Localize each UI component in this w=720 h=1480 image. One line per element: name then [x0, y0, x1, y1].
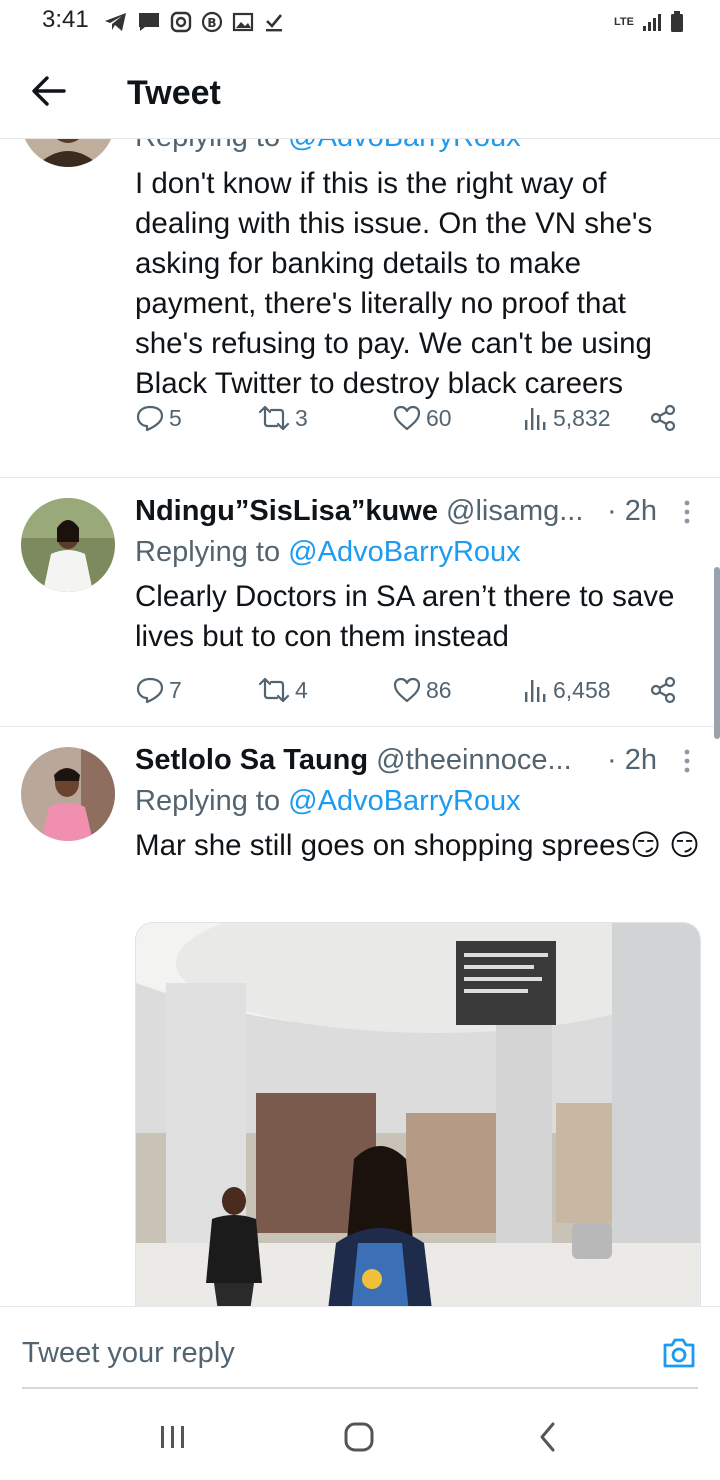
message-icon: [139, 13, 159, 31]
tweet-text: I don't know if this is the right way of…: [135, 167, 653, 400]
replying-to: Replying to @AdvoBarryRoux: [135, 139, 700, 157]
tweet-text: Mar she still goes on shopping sprees😏 😏: [135, 829, 700, 862]
like-icon: [393, 405, 421, 431]
status-time: 3:41: [42, 6, 89, 33]
page-title: Tweet: [127, 74, 221, 112]
home-icon[interactable]: [343, 1420, 377, 1454]
system-status: LTE: [614, 8, 684, 36]
notification-icons: B: [104, 8, 285, 36]
replying-to: Replying to @AdvoBarryRoux: [135, 781, 700, 821]
avatar[interactable]: [21, 498, 115, 592]
views-icon: [525, 408, 546, 430]
share-icon: [650, 404, 676, 432]
system-navigation-bar: [0, 1392, 720, 1480]
reply-icon: [136, 677, 164, 704]
signal-icon: [643, 14, 661, 31]
reply-count: 7: [169, 676, 182, 703]
views-button[interactable]: 5,832: [523, 400, 611, 436]
reply-composer: Tweet your reply: [0, 1306, 720, 1393]
mention-link[interactable]: @AdvoBarryRoux: [288, 536, 521, 568]
tweet-time: · 2h: [607, 495, 657, 527]
replying-to-label: Replying to: [135, 139, 288, 153]
retweet-icon: [258, 405, 290, 431]
tweet-reply-2[interactable]: Ndingu”SisLisa”kuwe @lisamg... · 2h Repl…: [0, 492, 720, 724]
views-icon: [525, 680, 546, 702]
reply-button[interactable]: 7: [135, 672, 182, 708]
network-label: LTE: [614, 15, 634, 28]
views-count: 6,458: [553, 676, 611, 703]
replying-to-label: Replying to: [135, 785, 289, 817]
share-icon: [650, 676, 676, 704]
mention-link[interactable]: @AdvoBarryRoux: [288, 785, 521, 817]
avatar[interactable]: [21, 747, 115, 841]
reply-icon: [136, 405, 164, 432]
like-icon: [393, 677, 421, 703]
retweet-button[interactable]: 3: [257, 400, 308, 436]
display-name[interactable]: Ndingu”SisLisa”kuwe: [135, 495, 438, 527]
back-arrow-icon[interactable]: [26, 68, 72, 114]
like-count: 86: [426, 676, 452, 703]
replying-to-label: Replying to: [135, 536, 289, 568]
user-handle[interactable]: @theeinnoce...: [376, 744, 572, 776]
divider: [0, 726, 720, 727]
avatar[interactable]: [21, 139, 115, 167]
reply-input[interactable]: Tweet your reply: [22, 1337, 235, 1370]
display-name[interactable]: Setlolo Sa Taung: [135, 744, 368, 776]
reply-underline: [22, 1387, 698, 1389]
more-icon[interactable]: [684, 749, 690, 773]
like-button[interactable]: 86: [392, 672, 452, 708]
download-done-icon: [266, 14, 283, 32]
more-icon[interactable]: [684, 500, 690, 524]
business-icon: B: [201, 11, 223, 33]
retweet-button[interactable]: 4: [257, 672, 308, 708]
recent-apps-icon[interactable]: [158, 1420, 188, 1454]
tweet-time: · 2h: [607, 744, 657, 776]
scrollbar[interactable]: [714, 567, 720, 739]
reply-button[interactable]: 5: [135, 400, 182, 436]
tweet-actions: 7 4 86 6,458: [135, 672, 695, 708]
tweet-reply-3[interactable]: Setlolo Sa Taung @theeinnoce... · 2h Rep…: [0, 741, 720, 1306]
views-count: 5,832: [553, 404, 611, 431]
views-button[interactable]: 6,458: [523, 672, 611, 708]
instagram-icon: [170, 11, 192, 33]
share-button[interactable]: [649, 672, 677, 708]
battery-icon: [671, 11, 683, 32]
retweet-icon: [258, 677, 290, 703]
top-app-bar: Tweet: [0, 44, 720, 139]
mention-link[interactable]: @AdvoBarryRoux: [288, 139, 521, 153]
status-bar: 3:41 B LTE: [0, 0, 720, 44]
tweet-header: Setlolo Sa Taung @theeinnoce... · 2h: [135, 741, 700, 779]
tweet-actions: 5 3 60 5,832: [135, 400, 695, 436]
tweet-reply-1[interactable]: Replying to @AdvoBarryRoux I don't know …: [0, 139, 720, 477]
retweet-count: 3: [295, 404, 308, 431]
divider: [0, 477, 720, 478]
svg-text:B: B: [207, 16, 216, 30]
tweet-photo[interactable]: [135, 922, 701, 1306]
tweet-header: Ndingu”SisLisa”kuwe @lisamg... · 2h: [135, 492, 700, 530]
reply-count: 5: [169, 404, 182, 431]
back-icon[interactable]: [536, 1420, 560, 1454]
telegram-icon: [105, 13, 126, 31]
replying-to: Replying to @AdvoBarryRoux: [135, 532, 700, 572]
like-count: 60: [426, 404, 452, 431]
like-button[interactable]: 60: [392, 400, 452, 436]
user-handle[interactable]: @lisamg...: [446, 495, 583, 527]
retweet-count: 4: [295, 676, 308, 703]
gallery-icon: [232, 12, 254, 32]
share-button[interactable]: [649, 400, 677, 436]
replies-feed[interactable]: Replying to @AdvoBarryRoux I don't know …: [0, 139, 720, 1306]
camera-icon[interactable]: [662, 1337, 696, 1369]
tweet-text: Clearly Doctors in SA aren’t there to sa…: [135, 580, 675, 653]
